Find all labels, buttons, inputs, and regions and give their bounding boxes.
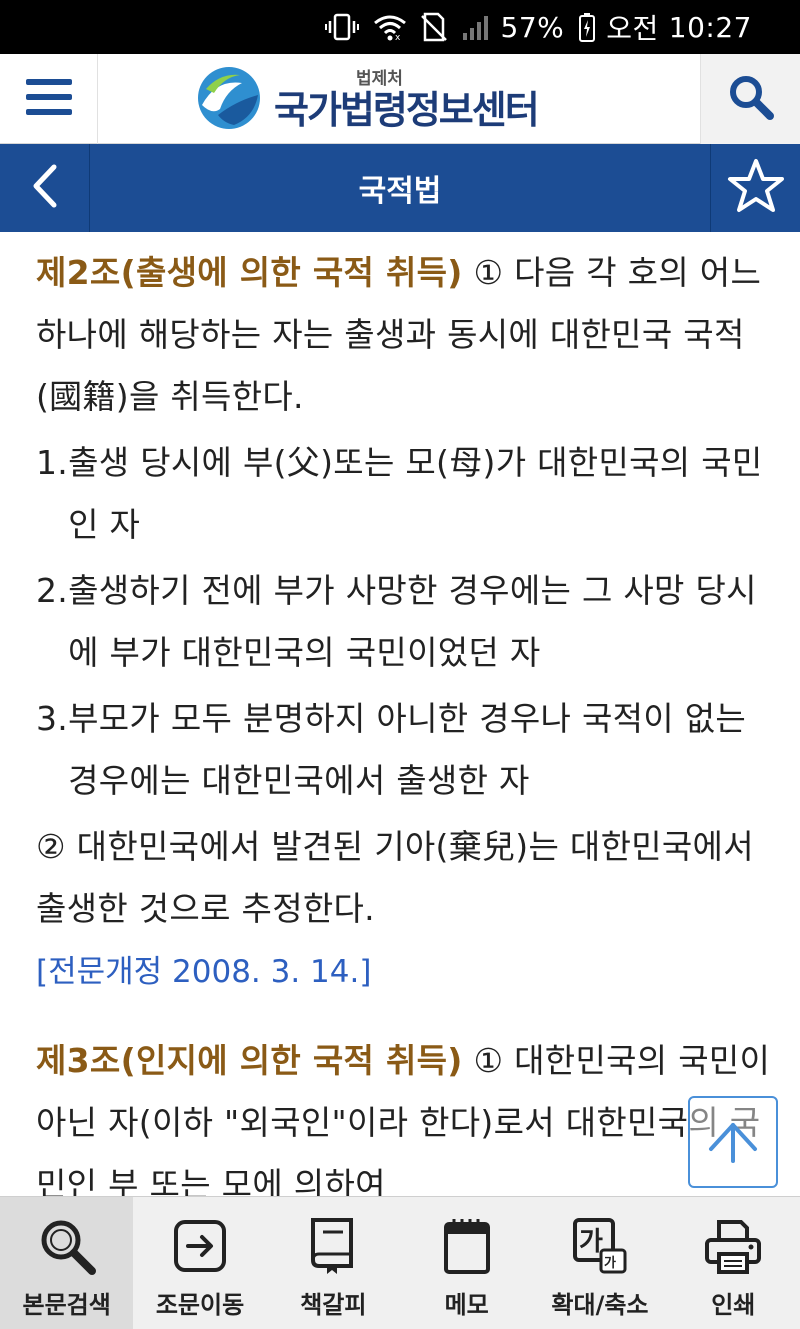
title-bar: 국적법	[0, 144, 800, 232]
no-sim-icon	[420, 12, 447, 42]
clock-ampm: 오전	[606, 12, 659, 45]
amendment-note[interactable]: [전문개정 2008. 3. 14.]	[36, 944, 780, 1000]
page-title: 국적법	[358, 174, 442, 209]
list-item: 2. 출생하기 전에 부가 사망한 경우에는 그 사망 당시에 부가 대한민국의…	[36, 560, 780, 684]
menu-button[interactable]	[0, 54, 98, 144]
item-text: 부모가 모두 분명하지 아니한 경우나 국적이 없는 경우에는 대한민국에서 출…	[68, 699, 747, 800]
back-button[interactable]	[0, 144, 90, 232]
logo-emblem-icon	[196, 65, 262, 135]
law-content[interactable]: 제2조(출생에 의한 국적 취득) ① 다음 각 호의 어느 하나에 해당하는 …	[0, 232, 800, 1196]
app-header: 법제처 국가법령정보센터	[0, 54, 800, 144]
toolbar-label: 조문이동	[155, 1291, 245, 1319]
article-spacer	[36, 1000, 780, 1030]
item-number: 1.	[36, 443, 69, 482]
search-icon	[727, 73, 775, 125]
toolbar-label: 메모	[444, 1291, 489, 1319]
clock-time: 10:27	[668, 10, 752, 44]
article-3-paragraph-1: 제3조(인지에 의한 국적 취득) ① 대한민국의 국민이 아닌 자(이하 "외…	[36, 1030, 780, 1196]
go-to-article-button[interactable]: 조문이동	[133, 1197, 266, 1329]
scroll-to-top-button[interactable]	[688, 1096, 778, 1188]
logo-text: 법제처 국가법령정보센터	[274, 69, 540, 132]
favorite-button[interactable]	[710, 144, 800, 232]
article-2-paragraph-1: 제2조(출생에 의한 국적 취득) ① 다음 각 호의 어느 하나에 해당하는 …	[36, 242, 780, 428]
chevron-left-icon	[30, 163, 60, 213]
memo-pad-icon	[441, 1215, 493, 1277]
zoom-small-glyph: 가	[604, 1256, 616, 1271]
item-text: 출생하기 전에 부가 사망한 경우에는 그 사망 당시에 부가 대한민국의 국민…	[68, 571, 757, 672]
article-2-heading[interactable]: 제2조(출생에 의한 국적 취득)	[36, 253, 463, 292]
vibrate-icon	[324, 12, 359, 42]
print-button[interactable]: 인쇄	[667, 1197, 800, 1329]
battery-percent: 57%	[500, 10, 565, 44]
toolbar-label: 확대/축소	[551, 1291, 649, 1319]
bookmark-book-icon	[307, 1215, 359, 1277]
app-screen: x 57% 오전 10:27 법제처 국가법령정보센터 국적법 제2조(출생에 …	[0, 0, 800, 1329]
battery-icon	[578, 12, 596, 42]
toolbar-label: 책갈피	[300, 1291, 367, 1319]
article-3-heading[interactable]: 제3조(인지에 의한 국적 취득)	[36, 1041, 463, 1080]
item-text: 출생 당시에 부(父)또는 모(母)가 대한민국의 국민인 자	[68, 443, 763, 544]
arrow-box-icon	[172, 1215, 228, 1277]
bottom-toolbar: 본문검색 조문이동 책갈피 메모 가가 확대/축소 인쇄	[0, 1196, 800, 1329]
list-item: 1. 출생 당시에 부(父)또는 모(母)가 대한민국의 국민인 자	[36, 432, 780, 556]
signal-icon	[461, 13, 491, 41]
toolbar-label: 인쇄	[711, 1291, 756, 1319]
bookmark-button[interactable]: 책갈피	[267, 1197, 400, 1329]
status-bar: x 57% 오전 10:27	[0, 0, 800, 54]
item-number: 2.	[36, 571, 69, 610]
star-icon	[727, 158, 785, 218]
arrow-up-icon	[703, 1115, 763, 1169]
search-button[interactable]	[700, 54, 800, 144]
svg-text:x: x	[395, 33, 401, 41]
wifi-icon: x	[373, 13, 407, 41]
zoom-large-glyph: 가	[579, 1227, 603, 1257]
memo-button[interactable]: 메모	[400, 1197, 533, 1329]
article-2-paragraph-2: ② 대한민국에서 발견된 기아(棄兒)는 대한민국에서 출생한 것으로 추정한다…	[36, 827, 754, 928]
printer-icon	[703, 1215, 763, 1277]
site-logo[interactable]: 법제처 국가법령정보센터	[196, 64, 540, 136]
toolbar-label: 본문검색	[22, 1291, 111, 1319]
item-number: 3.	[36, 699, 69, 738]
logo-title: 국가법령정보센터	[274, 88, 540, 132]
magnifier-icon	[37, 1215, 97, 1277]
logo-subtitle: 법제처	[356, 69, 403, 89]
list-item: 3. 부모가 모두 분명하지 아니한 경우나 국적이 없는 경우에는 대한민국에…	[36, 688, 780, 812]
font-size-icon: 가가	[571, 1215, 629, 1277]
zoom-button[interactable]: 가가 확대/축소	[533, 1197, 666, 1329]
hamburger-icon	[24, 77, 74, 121]
text-search-button[interactable]: 본문검색	[0, 1197, 134, 1329]
